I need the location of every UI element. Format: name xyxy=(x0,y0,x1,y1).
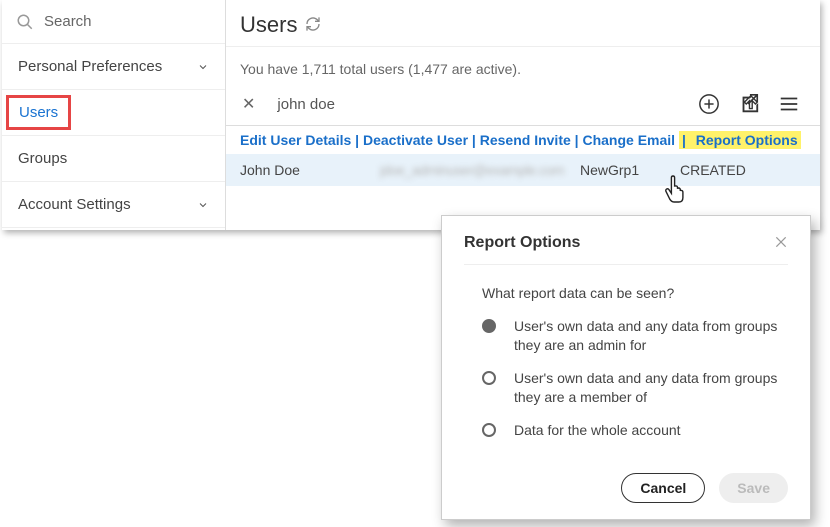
user-name-cell: John Doe xyxy=(240,162,380,178)
export-icon[interactable] xyxy=(738,93,760,115)
search-icon xyxy=(16,13,34,31)
user-group-cell: NewGrp1 xyxy=(580,162,680,178)
sidebar-item-label: Users xyxy=(6,95,71,130)
dialog-title: Report Options xyxy=(464,234,580,252)
chevron-down-icon xyxy=(197,199,209,211)
radio-option-1[interactable] xyxy=(482,319,496,333)
filter-input[interactable]: john doe xyxy=(277,96,698,113)
users-count-text: You have 1,711 total users (1,477 are ac… xyxy=(226,47,820,83)
sidebar-item-account-settings[interactable]: Account Settings xyxy=(2,182,225,228)
sidebar: Search Personal Preferences Users Groups… xyxy=(2,0,226,230)
dialog-question: What report data can be seen? xyxy=(482,285,788,301)
edit-user-details-link[interactable]: Edit User Details xyxy=(240,132,351,148)
menu-icon[interactable] xyxy=(778,93,800,115)
radio-option-3[interactable] xyxy=(482,423,496,437)
sidebar-item-label: Groups xyxy=(18,150,67,167)
user-status-cell: CREATED xyxy=(680,162,800,178)
page-title-row: Users xyxy=(226,0,820,47)
page-title: Users xyxy=(240,12,297,38)
app-frame: Search Personal Preferences Users Groups… xyxy=(2,0,820,230)
sidebar-item-groups[interactable]: Groups xyxy=(2,136,225,182)
radio-option-2[interactable] xyxy=(482,371,496,385)
clear-filter-button[interactable]: ✕ xyxy=(242,94,255,114)
toolbar-icons xyxy=(698,93,806,115)
radio-label-2: User's own data and any data from groups… xyxy=(514,369,788,407)
user-actions-row: Edit User Details | Deactivate User | Re… xyxy=(226,126,820,154)
change-email-link[interactable]: Change Email xyxy=(582,132,675,148)
user-email-cell: jdoe_adminuser@example.com xyxy=(380,162,580,178)
deactivate-user-link[interactable]: Deactivate User xyxy=(363,132,468,148)
user-table-row[interactable]: John Doe jdoe_adminuser@example.com NewG… xyxy=(226,154,820,186)
sidebar-item-personal-preferences[interactable]: Personal Preferences xyxy=(2,44,225,90)
radio-label-1: User's own data and any data from groups… xyxy=(514,317,788,355)
report-options-link[interactable]: Report Options xyxy=(693,131,801,149)
search-placeholder: Search xyxy=(44,13,92,30)
sidebar-item-label: Personal Preferences xyxy=(18,58,162,75)
refresh-icon[interactable] xyxy=(305,16,321,35)
cancel-button[interactable]: Cancel xyxy=(621,473,705,503)
main-content: Users You have 1,711 total users (1,477 … xyxy=(226,0,820,230)
search-input[interactable]: Search xyxy=(2,0,225,44)
sidebar-item-users[interactable]: Users xyxy=(2,90,225,136)
sidebar-item-label: Account Settings xyxy=(18,196,131,213)
radio-label-3: Data for the whole account xyxy=(514,421,681,440)
add-user-button[interactable] xyxy=(698,93,720,115)
save-button: Save xyxy=(719,473,788,503)
close-icon[interactable] xyxy=(774,235,788,252)
resend-invite-link[interactable]: Resend Invite xyxy=(480,132,571,148)
chevron-down-icon xyxy=(197,61,209,73)
report-options-dialog: Report Options What report data can be s… xyxy=(441,215,811,520)
